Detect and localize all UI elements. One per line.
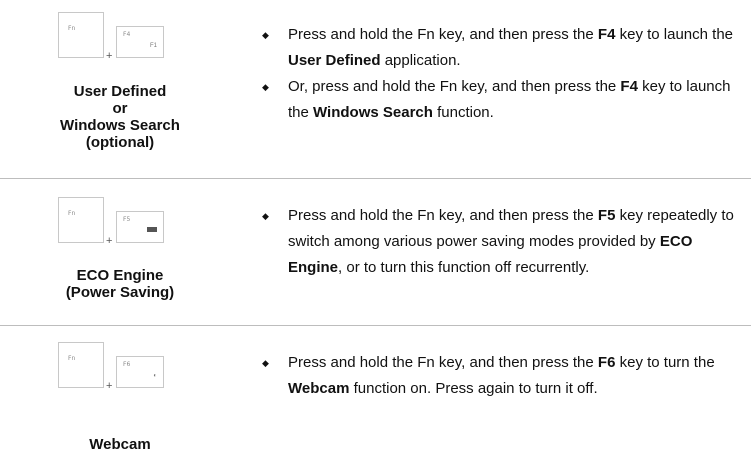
- bullet-text: Press and hold the Fn key, and then pres…: [288, 207, 734, 276]
- caption-eco-engine: ECO Engine (Power Saving): [20, 267, 220, 301]
- bold-term: F4: [597, 26, 616, 43]
- bold-term: F6: [597, 354, 616, 371]
- bullet-text: Or, press and hold the Fn key, and then …: [288, 78, 731, 121]
- fn-key-icon: Fn: [58, 197, 104, 243]
- caption-line: User Defined: [73, 83, 167, 100]
- f5-key-icon: F5: [116, 211, 164, 243]
- key-combo-fn-f4: Fn + F4 F1: [58, 12, 208, 72]
- text-run: Press and hold the Fn key, and then pres…: [288, 26, 598, 43]
- plus-sign: +: [106, 380, 113, 392]
- webcam-icon: ◐: [153, 373, 157, 379]
- f4-key-icon: F4 F1: [116, 26, 164, 58]
- bold-term: F4: [620, 78, 638, 95]
- bullet-icon: ◆: [262, 211, 269, 221]
- caption-line: Webcam: [89, 436, 151, 453]
- bullet-item: ◆ Press and hold the Fn key, and then pr…: [262, 350, 747, 402]
- bold-term: Windows Search: [313, 104, 433, 121]
- text-run: key to turn the: [615, 354, 715, 371]
- caption-line: (Power Saving): [65, 284, 175, 301]
- fn-key-label: Fn: [68, 25, 76, 32]
- f1-glyph-icon: F1: [149, 43, 157, 49]
- plus-sign: +: [106, 50, 113, 62]
- bullet-icon: ◆: [262, 30, 269, 40]
- caption-user-defined: User Defined or Windows Search (optional…: [20, 83, 220, 151]
- f4-key-label: F4: [123, 31, 131, 38]
- caption-line: ECO Engine: [76, 267, 164, 284]
- text-run: Or, press and hold the Fn key, and then …: [288, 78, 621, 95]
- bullet-item: ◆ Or, press and hold the Fn key, and the…: [262, 74, 747, 126]
- caption-line: Windows Search: [60, 117, 180, 134]
- caption-line: (optional): [85, 134, 155, 151]
- text-run: function.: [432, 104, 494, 121]
- fn-key-label: Fn: [68, 210, 76, 217]
- row-eco-engine: Fn + F5 ECO Engine (Power Saving) ◆ Pres…: [0, 179, 751, 325]
- fn-key-icon: Fn: [58, 342, 104, 388]
- bullet-icon: ◆: [262, 82, 269, 92]
- text-run: key to launch the: [615, 26, 734, 43]
- caption-line: or: [112, 100, 128, 117]
- caption-webcam: Webcam: [20, 436, 220, 453]
- battery-icon: [147, 227, 157, 232]
- row-webcam: Fn + F6 ◐ Webcam ◆ Press and hold the Fn…: [0, 326, 751, 469]
- text-run: , or to turn this function off recurrent…: [338, 259, 590, 276]
- bullet-item: ◆ Press and hold the Fn key, and then pr…: [262, 203, 747, 281]
- bullet-text: Press and hold the Fn key, and then pres…: [288, 26, 733, 69]
- fn-key-label: Fn: [68, 355, 76, 362]
- f6-key-icon: F6 ◐: [116, 356, 164, 388]
- bold-term: F5: [597, 207, 616, 224]
- key-combo-fn-f5: Fn + F5: [58, 197, 208, 257]
- text-run: Press and hold the Fn key, and then pres…: [288, 354, 598, 371]
- fn-key-icon: Fn: [58, 12, 104, 58]
- plus-sign: +: [106, 235, 113, 247]
- bold-term: Webcam: [288, 380, 350, 397]
- bullet-text: Press and hold the Fn key, and then pres…: [288, 354, 715, 397]
- row-user-defined: Fn + F4 F1 User Defined or Windows Searc…: [0, 0, 751, 178]
- text-run: Press and hold the Fn key, and then pres…: [288, 207, 598, 224]
- text-run: application.: [380, 52, 461, 69]
- key-combo-fn-f6: Fn + F6 ◐: [58, 342, 208, 402]
- bullet-item: ◆ Press and hold the Fn key, and then pr…: [262, 22, 747, 74]
- f6-key-label: F6: [123, 361, 131, 368]
- bullet-list: ◆ Press and hold the Fn key, and then pr…: [262, 22, 747, 126]
- bullet-list: ◆ Press and hold the Fn key, and then pr…: [262, 350, 747, 402]
- bullet-list: ◆ Press and hold the Fn key, and then pr…: [262, 203, 747, 281]
- bold-term: User Defined: [288, 52, 381, 69]
- f5-key-label: F5: [123, 216, 131, 223]
- bullet-icon: ◆: [262, 358, 269, 368]
- text-run: function on. Press again to turn it off.: [349, 380, 598, 397]
